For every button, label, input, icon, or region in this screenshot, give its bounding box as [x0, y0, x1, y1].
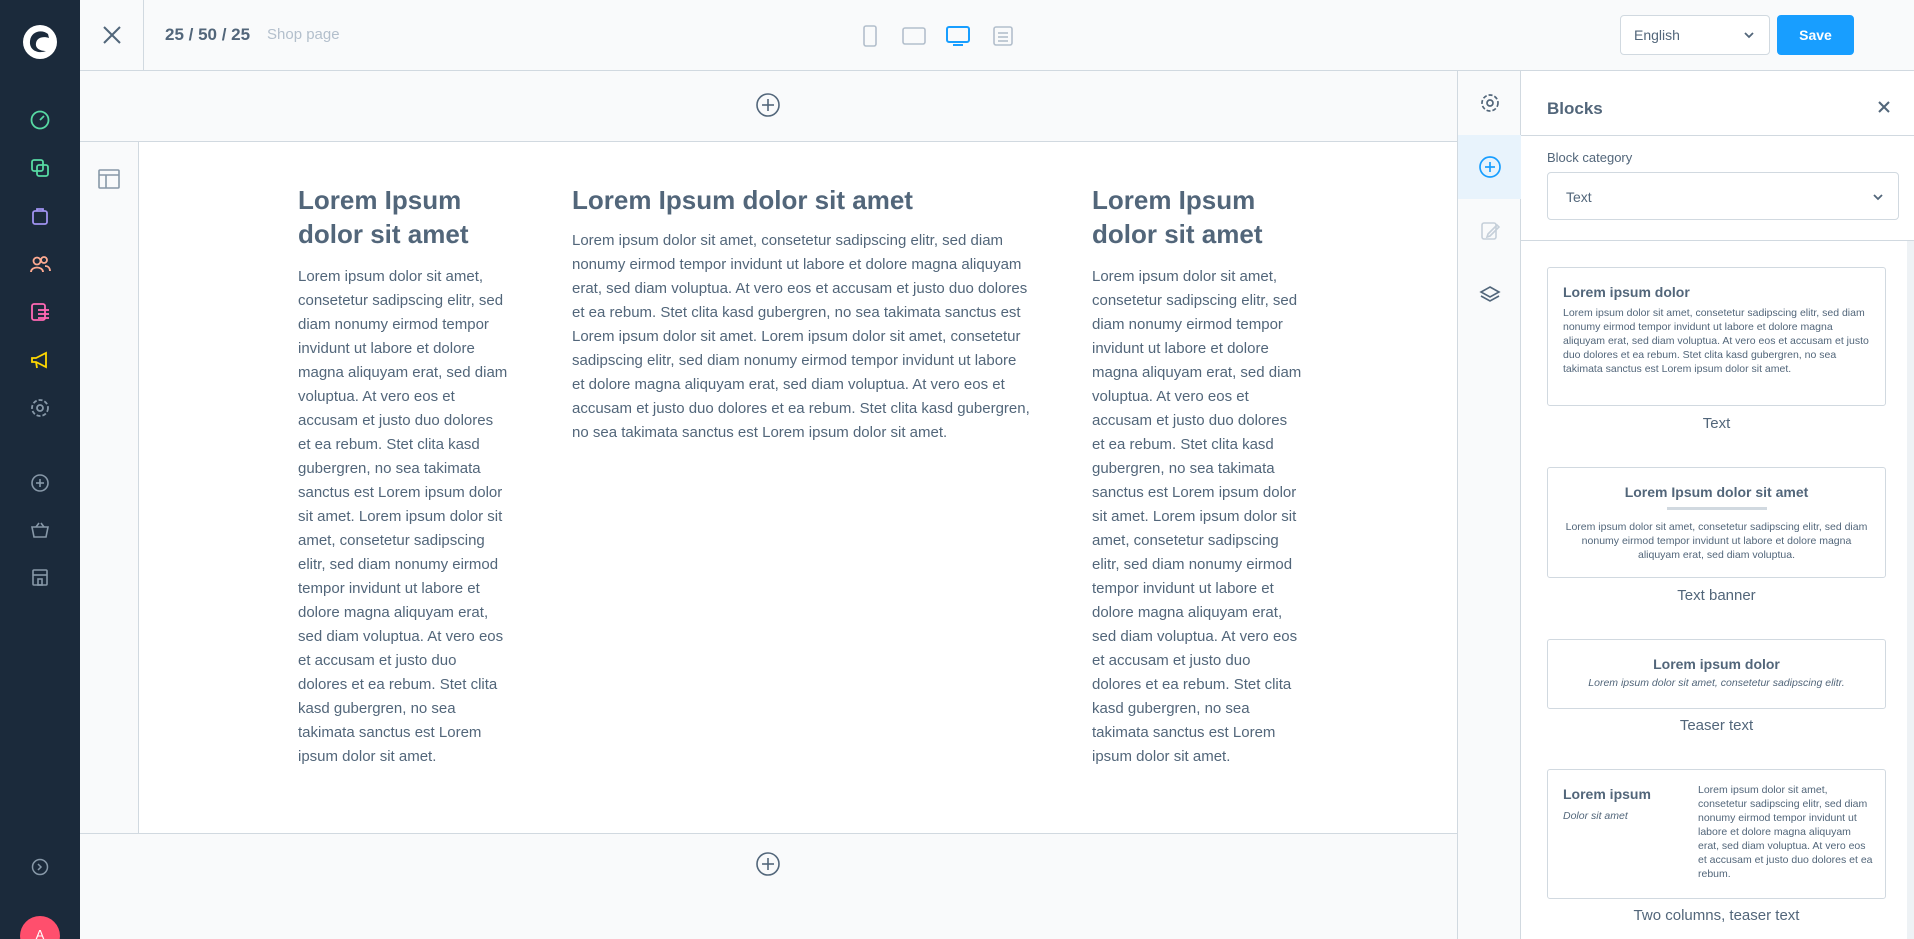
language-select[interactable]: English — [1620, 15, 1770, 55]
block-preview-two-columns-teaser[interactable]: Lorem ipsum Dolor sit amet Lorem ipsum d… — [1547, 769, 1886, 899]
editor-canvas: Lorem Ipsum dolor sit amet Lorem ipsum d… — [80, 71, 1457, 939]
left-column[interactable]: Lorem Ipsum dolor sit amet Lorem ipsum d… — [298, 183, 508, 769]
close-icon — [102, 26, 121, 44]
add-blocks-tab[interactable] — [1458, 135, 1521, 199]
center-column-text: Lorem ipsum dolor sit amet, consetetur s… — [572, 232, 1030, 441]
block-preview-title: Lorem ipsum — [1563, 786, 1651, 802]
edit-icon — [1480, 222, 1500, 240]
block-preview-title: Lorem ipsum dolor — [1563, 284, 1690, 300]
block-preview-title: Lorem ipsum dolor — [1653, 656, 1780, 672]
chevron-down-icon — [1873, 194, 1883, 201]
gear-icon — [1480, 94, 1499, 112]
desktop-icon — [946, 26, 970, 46]
banner-divider — [1666, 507, 1767, 510]
list-icon — [993, 26, 1013, 46]
content-icon[interactable] — [28, 300, 52, 324]
block-category-label: Block category — [1547, 150, 1633, 165]
section-layout-icon[interactable] — [97, 167, 121, 191]
block-label: Text — [1702, 415, 1731, 432]
block-preview-body: Lorem ipsum dolor sit amet, consetetur s… — [1565, 521, 1868, 561]
mobile-icon — [863, 25, 877, 47]
block-preview-body: Lorem ipsum dolor sit amet, consetetur s… — [1698, 784, 1873, 880]
page-name[interactable]: Shop page — [267, 26, 340, 43]
block-preview-teaser-text[interactable]: Lorem ipsum dolor Lorem ipsum dolor sit … — [1547, 639, 1886, 709]
sidebar-tab-rail — [1457, 71, 1521, 939]
store-icon[interactable] — [28, 565, 52, 589]
right-column[interactable]: Lorem Ipsum dolor sit amet Lorem ipsum d… — [1092, 183, 1302, 769]
block-label: Two columns, teaser text — [1633, 907, 1800, 924]
panel-title: Blocks — [1547, 99, 1603, 118]
mobile-view-button[interactable] — [856, 22, 884, 50]
save-button[interactable]: Save — [1777, 15, 1854, 55]
navigator-tab[interactable] — [1458, 263, 1521, 327]
add-icon[interactable] — [28, 471, 52, 495]
panel-header: Blocks — [1521, 71, 1914, 136]
block-list-content: Lorem ipsum dolor Lorem ipsum dolor sit … — [1521, 241, 1907, 939]
add-section-bottom-icon[interactable] — [755, 851, 781, 877]
save-label: Save — [1799, 27, 1832, 43]
editor-topbar: 25 / 50 / 25 Shop page English Save — [80, 0, 1914, 71]
edit-block-tab[interactable] — [1458, 199, 1521, 263]
left-column-heading: Lorem Ipsum dolor sit amet — [298, 185, 469, 249]
shopware-logo[interactable] — [22, 24, 58, 60]
layers-icon — [1478, 286, 1501, 302]
desktop-view-button[interactable] — [944, 22, 972, 50]
block-preview-body: Lorem ipsum dolor sit amet, consetetur s… — [1588, 677, 1845, 689]
block-category-select[interactable]: Text — [1547, 172, 1899, 220]
content-section[interactable]: Lorem Ipsum dolor sit amet Lorem ipsum d… — [80, 141, 1457, 834]
language-value: English — [1634, 27, 1680, 43]
right-column-text: Lorem ipsum dolor sit amet, consetetur s… — [1092, 268, 1302, 765]
dashboard-icon[interactable] — [28, 108, 52, 132]
block-list: Lorem ipsum dolor Lorem ipsum dolor sit … — [1521, 240, 1914, 939]
orders-icon[interactable] — [28, 204, 52, 228]
tablet-icon — [902, 27, 926, 45]
customers-icon[interactable] — [28, 252, 52, 276]
block-category-value: Text — [1566, 189, 1592, 205]
settings-icon[interactable] — [28, 396, 52, 420]
admin-sidebar: A — [0, 0, 80, 939]
marketing-icon[interactable] — [28, 348, 52, 372]
plus-circle-icon — [1478, 156, 1501, 178]
close-icon — [1878, 101, 1890, 113]
form-view-button[interactable] — [989, 22, 1017, 50]
block-label: Teaser text — [1679, 717, 1754, 734]
chevron-down-icon — [1744, 32, 1754, 39]
blocks-panel: Blocks Block category Text Lorem ipsum d… — [1521, 71, 1914, 939]
right-column-heading: Lorem Ipsum dolor sit amet — [1092, 185, 1263, 249]
block-preview-body: Lorem ipsum dolor sit amet, consetetur s… — [1563, 307, 1869, 375]
tablet-view-button[interactable] — [900, 22, 928, 50]
add-section-top-icon[interactable] — [755, 92, 781, 118]
block-preview-subtitle: Dolor sit amet — [1563, 810, 1628, 822]
close-editor-button[interactable] — [80, 0, 144, 70]
block-preview-text[interactable]: Lorem ipsum dolor Lorem ipsum dolor sit … — [1547, 267, 1886, 406]
center-column[interactable]: Lorem Ipsum dolor sit amet Lorem ipsum d… — [572, 183, 1030, 445]
panel-close-button[interactable] — [1874, 97, 1894, 117]
catalogues-icon[interactable] — [28, 156, 52, 180]
section-sizing: 25 / 50 / 25 — [165, 25, 251, 44]
block-label: Text banner — [1677, 587, 1756, 604]
basket-icon[interactable] — [28, 518, 52, 542]
section-settings-bar — [80, 142, 139, 833]
left-column-text: Lorem ipsum dolor sit amet, consetetur s… — [298, 268, 508, 765]
page-settings-tab[interactable] — [1458, 71, 1521, 135]
help-icon[interactable] — [28, 855, 52, 879]
block-list-scrollbar[interactable] — [1907, 241, 1914, 939]
block-preview-title: Lorem Ipsum dolor sit amet — [1624, 484, 1809, 500]
avatar-initial: A — [35, 927, 45, 939]
block-preview-text-banner[interactable]: Lorem Ipsum dolor sit amet Lorem ipsum d… — [1547, 467, 1886, 578]
user-avatar[interactable]: A — [20, 916, 60, 939]
center-column-heading: Lorem Ipsum dolor sit amet — [572, 185, 913, 215]
